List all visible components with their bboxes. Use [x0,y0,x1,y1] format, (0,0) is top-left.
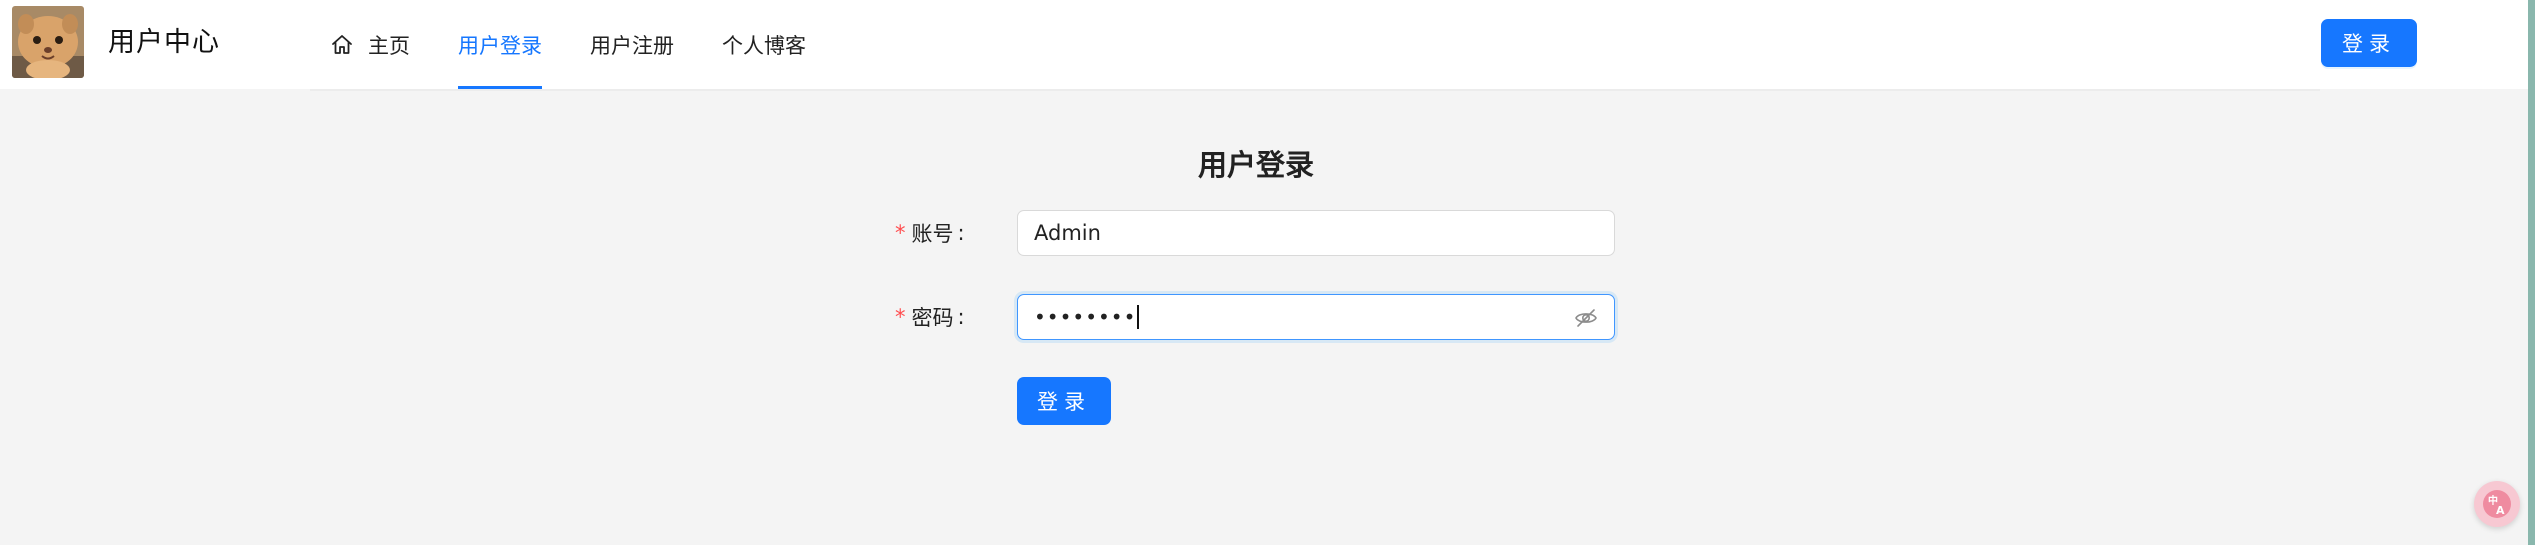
site-title: 用户中心 [108,27,220,58]
login-submit-button[interactable]: 登录 [1017,377,1111,425]
page: 用户中心 主页 用户登录 用户注册 个人博客 登录 用户登录 * 账号 : Ad… [0,0,2535,545]
eye-invisible-icon[interactable] [1574,306,1598,330]
nav-item-register[interactable]: 用户注册 [590,0,674,89]
account-input-value: Admin [1034,221,1101,245]
account-input[interactable]: Admin [1017,210,1615,256]
nav-item-blog[interactable]: 个人博客 [722,0,806,89]
header-login-button[interactable]: 登录 [2321,19,2417,67]
home-icon [332,34,352,54]
account-label: * 账号 : [895,218,965,248]
password-label-text: 密码 [911,306,954,330]
cat-avatar-logo[interactable] [12,6,84,78]
password-label: * 密码 : [895,302,965,332]
password-input[interactable]: •••••••• [1017,294,1615,340]
translate-button[interactable]: 中 A [2474,481,2520,527]
main-nav: 主页 用户登录 用户注册 个人博客 [330,0,854,89]
header-divider [310,89,2320,91]
svg-text:A: A [2496,504,2505,517]
nav-item-login[interactable]: 用户登录 [458,0,542,89]
nav-item-home[interactable]: 主页 [330,0,410,89]
nav-item-label: 用户注册 [590,33,674,58]
nav-item-label: 个人博客 [722,33,806,58]
translate-icon: 中 A [2483,490,2511,518]
nav-item-label: 主页 [368,33,410,58]
required-mark: * [895,305,906,329]
nav-item-label: 用户登录 [458,33,542,58]
account-label-text: 账号 [911,222,954,246]
required-mark: * [895,221,906,245]
password-input-value: •••••••• [1034,305,1137,329]
label-colon: : [957,221,965,245]
label-colon: : [957,305,965,329]
text-caret [1137,305,1140,329]
page-title: 用户登录 [1198,148,1315,182]
top-header: 用户中心 主页 用户登录 用户注册 个人博客 登录 [0,0,2528,89]
window-edge [2528,0,2535,545]
